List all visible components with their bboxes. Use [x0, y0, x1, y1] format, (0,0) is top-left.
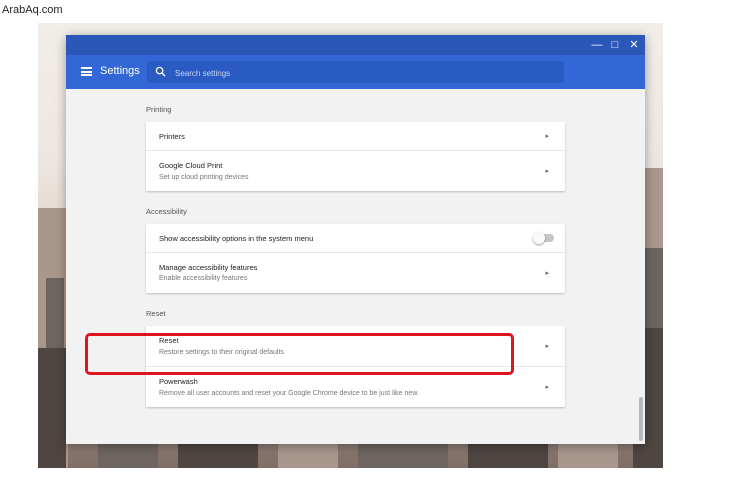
- row-label: Printers: [159, 132, 185, 141]
- row-sublabel: Set up cloud printing devices: [159, 174, 249, 181]
- minimize-icon[interactable]: —: [589, 37, 605, 53]
- scrollbar-thumb[interactable]: [639, 397, 643, 441]
- maximize-icon[interactable]: □: [607, 37, 623, 53]
- section-title-accessibility: Accessibility: [146, 207, 187, 216]
- google-cloud-print-row[interactable]: Google Cloud Print Set up cloud printing…: [146, 151, 565, 191]
- row-sublabel: Enable accessibility features: [159, 275, 248, 282]
- chevron-right-icon: ▸: [545, 343, 549, 350]
- row-label: Google Cloud Print: [159, 161, 223, 170]
- settings-header: Settings: [66, 55, 645, 89]
- page-title: Settings: [100, 65, 140, 77]
- settings-content: Printing Printers ▸ Google Cloud Print S…: [66, 89, 645, 444]
- chevron-right-icon: ▸: [545, 384, 549, 391]
- settings-window: — □ ✕ Settings Printing Printers ▸ Googl…: [66, 35, 645, 444]
- accessibility-menu-toggle[interactable]: [533, 232, 554, 244]
- chevron-right-icon: ▸: [545, 168, 549, 175]
- accessibility-card: Show accessibility options in the system…: [146, 224, 565, 293]
- hamburger-menu-icon[interactable]: [81, 67, 92, 76]
- row-label: Show accessibility options in the system…: [159, 234, 314, 243]
- section-title-printing: Printing: [146, 105, 172, 114]
- row-sublabel: Remove all user accounts and reset your …: [159, 390, 419, 397]
- show-accessibility-options-row[interactable]: Show accessibility options in the system…: [146, 224, 565, 253]
- manage-accessibility-features-row[interactable]: Manage accessibility features Enable acc…: [146, 253, 565, 293]
- scrollbar[interactable]: [637, 89, 645, 444]
- row-label: Powerwash: [159, 377, 198, 386]
- search-icon: [155, 66, 166, 77]
- powerwash-highlight-box: [85, 333, 514, 375]
- printing-card: Printers ▸ Google Cloud Print Set up clo…: [146, 122, 565, 191]
- watermark: ArabAq.com: [2, 4, 63, 16]
- title-bar: — □ ✕: [66, 35, 645, 55]
- toggle-knob: [533, 232, 545, 244]
- section-title-reset: Reset: [146, 309, 166, 318]
- search-box[interactable]: [147, 61, 564, 85]
- row-label: Manage accessibility features: [159, 263, 258, 272]
- close-icon[interactable]: ✕: [626, 37, 642, 53]
- chevron-right-icon: ▸: [545, 133, 549, 140]
- chevron-right-icon: ▸: [545, 270, 549, 277]
- printers-row[interactable]: Printers ▸: [146, 122, 565, 151]
- search-input[interactable]: [173, 61, 557, 85]
